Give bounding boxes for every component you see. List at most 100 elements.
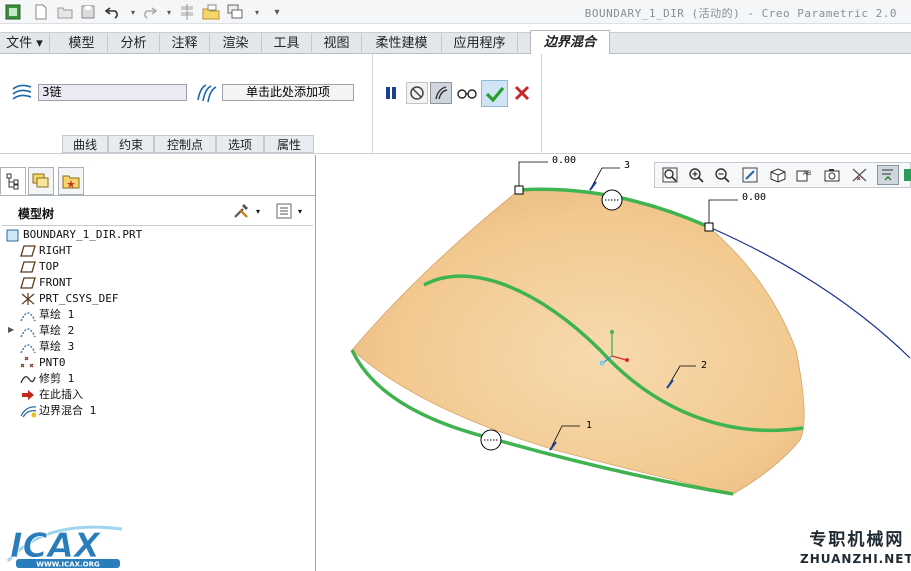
tree-item-top[interactable]: TOP bbox=[20, 259, 59, 275]
chevron-down-icon: ▾ bbox=[298, 206, 303, 216]
control-points-panel-button[interactable]: 控制点 bbox=[154, 135, 216, 153]
window-folder-icon[interactable] bbox=[202, 3, 220, 21]
tab-applications[interactable]: 应用程序 bbox=[442, 33, 518, 54]
graphics-window[interactable]: 0.00 0.00 3 2 1 bbox=[317, 155, 911, 571]
options-panel-button[interactable]: 选项 bbox=[216, 135, 264, 153]
layer-tree-tab[interactable] bbox=[28, 167, 54, 195]
tree-item-sketch-3[interactable]: 草绘 3 bbox=[20, 339, 74, 355]
sketch-icon bbox=[20, 324, 36, 338]
icax-logo-url: WWW.ICAX.ORG bbox=[36, 561, 100, 569]
pause-icon bbox=[386, 87, 396, 99]
watermark-en-text: ZHUANZHI.NET bbox=[800, 552, 911, 566]
tree-item-sketch-2[interactable]: 草绘 2 bbox=[20, 323, 74, 339]
display-style-button[interactable] bbox=[767, 165, 789, 185]
tab-render[interactable]: 渲染 bbox=[210, 33, 262, 54]
undo-icon[interactable] bbox=[104, 3, 122, 21]
tree-item-label: PNT0 bbox=[39, 356, 66, 369]
cancel-button[interactable] bbox=[511, 82, 533, 104]
list-settings-icon bbox=[276, 203, 292, 219]
model-tree-tab[interactable] bbox=[0, 167, 26, 195]
refit-button[interactable] bbox=[659, 165, 681, 185]
tree-item-right[interactable]: RIGHT bbox=[20, 243, 72, 259]
no-preview-button[interactable] bbox=[406, 82, 428, 104]
chain-label-3: 3 bbox=[624, 160, 630, 171]
tree-item-label: PRT_CSYS_DEF bbox=[39, 292, 119, 305]
favorites-tab[interactable] bbox=[58, 167, 84, 195]
tree-item-pnt0[interactable]: PNT0 bbox=[20, 355, 66, 371]
tension-handle-left[interactable] bbox=[514, 185, 524, 195]
no-preview-icon bbox=[410, 86, 424, 100]
regenerate-icon[interactable] bbox=[178, 3, 196, 21]
chain-label-2: 2 bbox=[701, 360, 707, 371]
window-title: BOUNDARY_1_DIR (活动的) - Creo Parametric 2… bbox=[584, 7, 897, 20]
tension-handle-right[interactable] bbox=[704, 222, 714, 232]
tree-item-trim-1[interactable]: 修剪 1 bbox=[20, 371, 74, 387]
tab-boundary-blend[interactable]: 边界混合 bbox=[530, 30, 610, 55]
first-direction-collector[interactable]: 3链 bbox=[38, 84, 187, 101]
model-viewport[interactable]: 0.00 0.00 3 2 1 bbox=[317, 155, 911, 571]
zoom-in-icon bbox=[689, 168, 704, 183]
refit-icon bbox=[662, 167, 678, 183]
tree-item-label: RIGHT bbox=[39, 244, 73, 257]
zoom-out-button[interactable] bbox=[711, 165, 733, 185]
view-manager-button[interactable] bbox=[821, 165, 843, 185]
open-file-icon[interactable] bbox=[56, 3, 74, 21]
tree-item-csys[interactable]: PRT_CSYS_DEF bbox=[20, 291, 118, 307]
boundary-blend-surface[interactable] bbox=[351, 188, 805, 495]
save-icon[interactable] bbox=[79, 3, 97, 21]
tree-settings-button[interactable]: ▾ bbox=[232, 201, 268, 221]
checkmark-icon bbox=[485, 86, 504, 102]
switch-window-dropdown-icon[interactable]: ▾ bbox=[248, 3, 266, 21]
properties-panel-button[interactable]: 属性 bbox=[264, 135, 314, 153]
tab-tools[interactable]: 工具 bbox=[262, 33, 312, 54]
tree-item-insert-here[interactable]: 在此插入 bbox=[20, 387, 83, 403]
saved-orientations-button[interactable]: AB bbox=[793, 165, 815, 185]
svg-text:AB: AB bbox=[803, 170, 811, 177]
datum-point-icon bbox=[20, 356, 36, 370]
repaint-button[interactable] bbox=[739, 165, 761, 185]
second-direction-collector[interactable]: 单击此处添加项 bbox=[222, 84, 354, 101]
tree-item-boundary-blend-1[interactable]: 边界混合 1 bbox=[20, 403, 96, 419]
tab-flexible-modeling[interactable]: 柔性建模 bbox=[362, 33, 442, 54]
new-file-icon[interactable] bbox=[32, 3, 50, 21]
tab-model[interactable]: 模型 bbox=[56, 33, 108, 54]
customize-toolbar-icon[interactable]: ▾ bbox=[268, 3, 286, 21]
accept-button[interactable] bbox=[481, 80, 508, 107]
tree-item-front[interactable]: FRONT bbox=[20, 275, 72, 291]
tab-analysis[interactable]: 分析 bbox=[108, 33, 160, 54]
part-icon bbox=[4, 228, 20, 242]
expand-arrow-icon[interactable]: ▶ bbox=[8, 325, 14, 334]
annotation-display-button[interactable] bbox=[877, 165, 899, 185]
tab-file[interactable]: 文件 ▾ bbox=[0, 33, 50, 54]
switch-window-icon[interactable] bbox=[226, 3, 244, 21]
constraints-panel-button[interactable]: 约束 bbox=[108, 135, 154, 153]
pause-button[interactable] bbox=[380, 82, 402, 104]
geometry-preview-button[interactable] bbox=[430, 82, 452, 104]
favorites-icon bbox=[62, 175, 80, 189]
tab-underline bbox=[0, 195, 315, 196]
redo-dropdown-icon[interactable]: ▾ bbox=[160, 3, 178, 21]
trim-icon bbox=[20, 372, 36, 386]
verify-preview-button[interactable] bbox=[454, 82, 480, 104]
datum-plane-icon bbox=[20, 276, 36, 290]
tree-display-button[interactable]: ▾ bbox=[276, 201, 312, 221]
more-toolbar-icon[interactable] bbox=[903, 165, 911, 185]
graphics-toolbar: AB bbox=[654, 162, 911, 188]
datum-display-button[interactable] bbox=[849, 165, 871, 185]
zoom-out-icon bbox=[715, 168, 730, 183]
tree-item-sketch-1[interactable]: 草绘 1 bbox=[20, 307, 74, 323]
chevron-down-icon: ▾ bbox=[256, 206, 261, 216]
tree-item-label: 草绘 3 bbox=[39, 340, 75, 353]
curves-panel-button[interactable]: 曲线 bbox=[62, 135, 108, 153]
title-bar: ▾ ▾ ▾ ▾ BOUNDARY_1_DIR (活动的) - Creo Para… bbox=[0, 0, 911, 24]
tab-annotate[interactable]: 注释 bbox=[160, 33, 210, 54]
model-tree-icon bbox=[6, 173, 19, 190]
tension-value-left: 0.00 bbox=[552, 155, 576, 166]
tab-view[interactable]: 视图 bbox=[312, 33, 362, 54]
redo-icon[interactable] bbox=[140, 3, 158, 21]
ribbon-divider bbox=[372, 54, 373, 154]
tree-item-label: 边界混合 1 bbox=[39, 404, 97, 417]
tree-item-part[interactable]: BOUNDARY_1_DIR.PRT bbox=[4, 227, 142, 243]
zoom-in-button[interactable] bbox=[685, 165, 707, 185]
sketch-icon bbox=[20, 308, 36, 322]
